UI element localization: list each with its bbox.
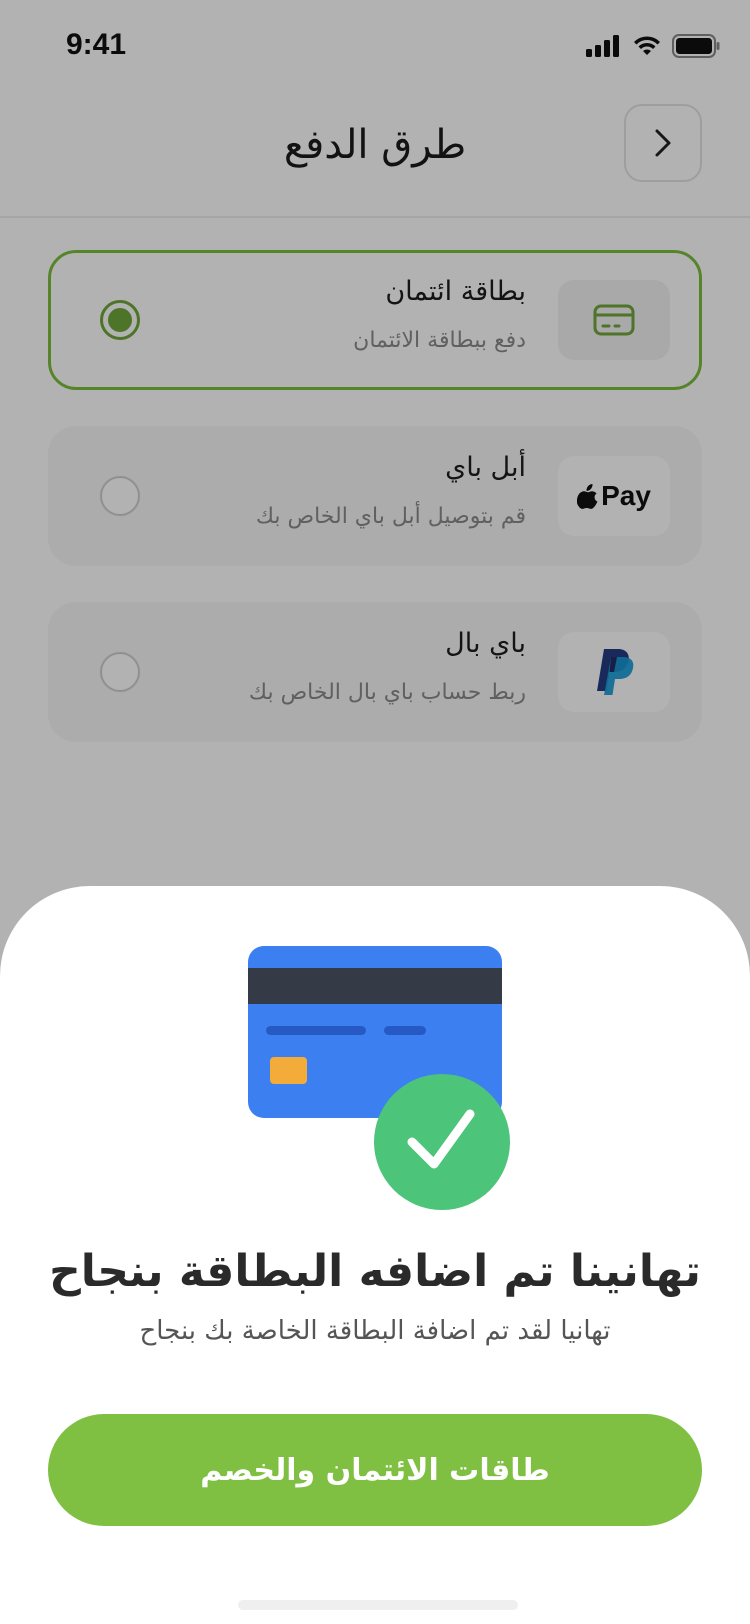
- payment-methods-screen: 9:41 طرق الدفع بطاقة ائتمان دفع ببطاقة ا…: [0, 0, 750, 1624]
- success-bottom-sheet: تهانينا تم اضافه البطاقة بنجاح تهانيا لق…: [0, 886, 750, 1624]
- home-indicator: [238, 1600, 518, 1610]
- credit-debit-cards-button[interactable]: طاقات الائتمان والخصم: [48, 1414, 702, 1526]
- success-title: تهانينا تم اضافه البطاقة بنجاح: [49, 1246, 701, 1297]
- success-subtitle: تهانيا لقد تم اضافة البطاقة الخاصة بك بن…: [139, 1316, 611, 1346]
- card-added-success-illustration: [248, 946, 510, 1210]
